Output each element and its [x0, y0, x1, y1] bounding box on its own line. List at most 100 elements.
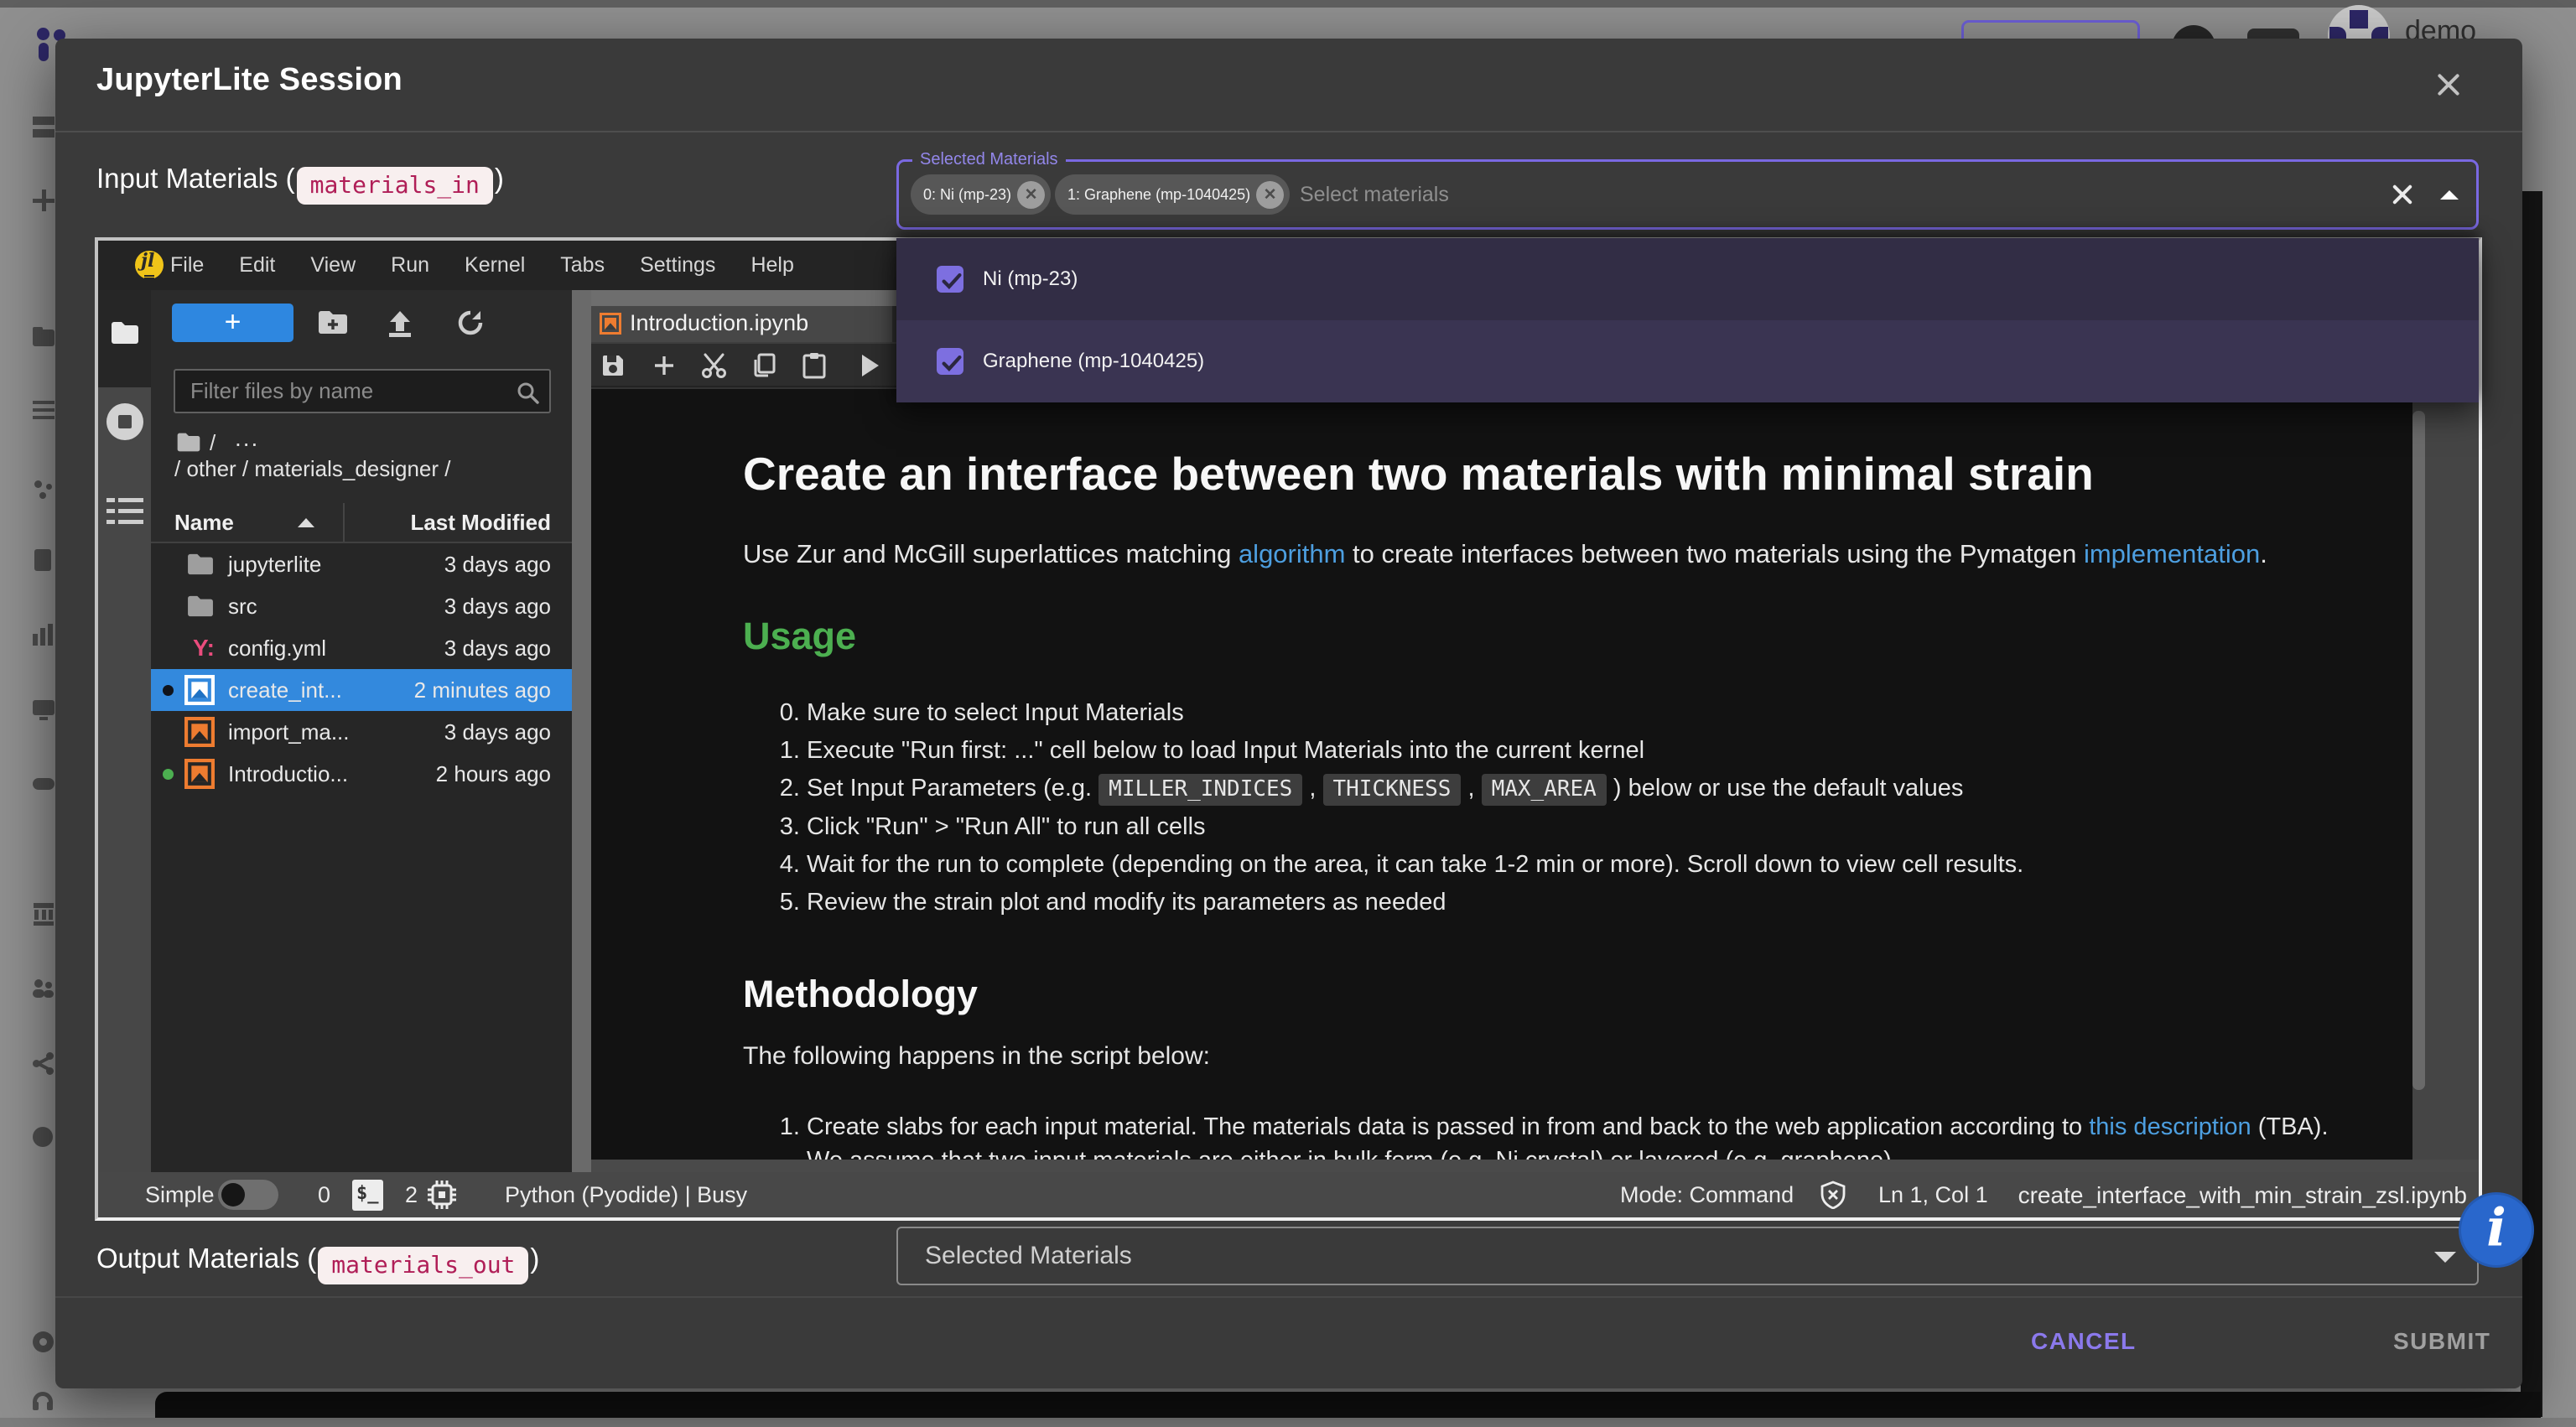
miller-indices-code: MILLER_INDICES: [1098, 774, 1302, 806]
output-materials-select[interactable]: Selected Materials: [896, 1227, 2479, 1285]
breadcrumb-path[interactable]: / other / materials_designer /: [174, 456, 451, 482]
menu-run[interactable]: Run: [373, 241, 447, 290]
kernel-status[interactable]: Python (Pyodide) | Busy: [505, 1182, 747, 1208]
dropdown-option-graphene[interactable]: Graphene (mp-1040425): [896, 320, 2479, 402]
file-row-jupyterlite[interactable]: jupyterlite3 days ago: [151, 543, 572, 585]
activity-tab-filebrowser[interactable]: [98, 290, 151, 387]
run-cell-icon[interactable]: [858, 352, 881, 379]
unsaved-dot-icon: [163, 685, 174, 696]
new-folder-icon[interactable]: [317, 309, 349, 336]
input-materials-label: Input Materials (materials_in): [96, 163, 504, 205]
terminal-icon[interactable]: $_: [352, 1180, 383, 1211]
statusbar-filename: create_interface_with_min_strain_zsl.ipy…: [2018, 1182, 2467, 1209]
cut-cells-icon[interactable]: [700, 352, 729, 379]
home-folder-icon[interactable]: [176, 432, 201, 453]
checkbox-checked-icon[interactable]: [937, 348, 963, 375]
table-of-contents-icon[interactable]: [106, 496, 143, 527]
kernel-running-dot-icon: [163, 769, 174, 780]
output-materials-label: Output Materials (materials_out): [96, 1243, 539, 1284]
yaml-icon: Y:: [193, 627, 215, 669]
sidebar-monitor-icon: [33, 698, 55, 720]
usage-item-4: Wait for the run to complete (depending …: [807, 846, 2412, 884]
bg-workspace-bottom-sliver: [155, 1392, 2541, 1419]
file-name: jupyterlite: [228, 543, 321, 585]
menu-settings[interactable]: Settings: [622, 241, 733, 290]
expand-dropdown-icon: [2434, 1252, 2456, 1263]
breadcrumb-ellipsis[interactable]: ...: [235, 425, 259, 452]
menu-edit[interactable]: Edit: [221, 241, 293, 290]
chip-delete-icon[interactable]: ✕: [1256, 181, 1284, 209]
upload-icon[interactable]: [385, 308, 415, 338]
chip-label: 1: Graphene (mp-1040425): [1067, 186, 1250, 203]
paste-cells-icon[interactable]: [801, 351, 828, 380]
clear-selection-icon[interactable]: [2390, 182, 2415, 207]
folder-icon: [110, 320, 140, 345]
file-row-config[interactable]: Y: config.yml3 days ago: [151, 627, 572, 669]
dialog-close-icon[interactable]: [2435, 71, 2462, 98]
command-mode[interactable]: Mode: Command: [1620, 1182, 1794, 1208]
collapse-dropdown-icon[interactable]: [2440, 190, 2459, 200]
column-name[interactable]: Name: [174, 510, 234, 536]
kernel-icon[interactable]: [426, 1179, 458, 1211]
autocomplete-placeholder[interactable]: Select materials: [1300, 162, 1449, 227]
description-link[interactable]: this description: [2089, 1113, 2251, 1140]
column-modified[interactable]: Last Modified: [410, 510, 551, 536]
menu-file[interactable]: File: [153, 241, 221, 290]
save-icon[interactable]: [600, 353, 626, 378]
submit-button[interactable]: SUBMIT: [2393, 1328, 2490, 1355]
checkbox-checked-icon[interactable]: [937, 266, 963, 293]
filebrowser-header: Name Last Modified: [151, 503, 572, 543]
info-button[interactable]: i: [2459, 1192, 2534, 1268]
notebook-file-icon: [184, 675, 215, 705]
option-label: Graphene (mp-1040425): [983, 320, 1204, 402]
menu-help[interactable]: Help: [733, 241, 811, 290]
notebook-tab[interactable]: Introduction.ipynb: [591, 306, 892, 342]
running-sessions-icon[interactable]: [106, 403, 143, 440]
file-list: jupyterlite3 days ago src3 days ago Y: c…: [151, 543, 572, 1172]
bg-bottom-strip: [0, 1418, 2576, 1427]
sort-ascending-icon[interactable]: [298, 518, 314, 527]
methodology-item-1: Create slabs for each input material. Th…: [807, 1110, 2412, 1160]
notebook-document: Create an interface between two material…: [591, 389, 2412, 1160]
file-row-src[interactable]: src3 days ago: [151, 585, 572, 627]
menu-tabs[interactable]: Tabs: [543, 241, 622, 290]
material-chip[interactable]: 0: Ni (mp-23) ✕: [911, 174, 1051, 215]
sidebar-dashboard-icon: [33, 116, 55, 138]
jupyter-activity-bar: [98, 290, 151, 1172]
simple-mode-toggle[interactable]: [218, 1180, 278, 1210]
sidebar-atoms-icon: [33, 479, 55, 501]
material-chip[interactable]: 1: Graphene (mp-1040425) ✕: [1055, 174, 1290, 215]
plus-icon: +: [225, 306, 242, 338]
new-launcher-button[interactable]: +: [172, 304, 293, 342]
file-row-import-material[interactable]: import_ma...3 days ago: [151, 711, 572, 753]
usage-list: Make sure to select Input Materials Exec…: [743, 694, 2412, 921]
file-modified: 2 minutes ago: [414, 669, 551, 711]
cancel-button[interactable]: CANCEL: [2031, 1328, 2137, 1355]
jupyter-notebook-panel: Introduction.ipynb Create an interface b…: [591, 290, 2479, 1172]
copy-cells-icon[interactable]: [750, 352, 777, 379]
file-row-introduction[interactable]: Introductio...2 hours ago: [151, 753, 572, 795]
sidebar-chart-icon: [33, 624, 55, 646]
algorithm-link[interactable]: algorithm: [1239, 539, 1346, 568]
add-cell-icon[interactable]: [652, 353, 677, 378]
menu-kernel[interactable]: Kernel: [447, 241, 543, 290]
notebook-scrollbar-thumb[interactable]: [2412, 411, 2425, 1090]
panel-splitter[interactable]: [572, 290, 591, 1172]
file-row-create-interface[interactable]: create_int...2 minutes ago: [151, 669, 572, 711]
notebook-bottom-gutter: [591, 1160, 2479, 1172]
refresh-icon[interactable]: [455, 308, 486, 338]
notebook-intro-paragraph: Use Zur and McGill superlattices matchin…: [743, 539, 2267, 569]
dropdown-option-ni[interactable]: Ni (mp-23): [896, 238, 2479, 320]
cursor-position[interactable]: Ln 1, Col 1: [1878, 1182, 1988, 1208]
chip-delete-icon[interactable]: ✕: [1017, 181, 1045, 209]
column-divider[interactable]: [343, 503, 345, 543]
filter-files-input[interactable]: Filter files by name: [174, 369, 551, 413]
folder-icon: [186, 553, 215, 576]
usage-item-2: Set Input Parameters (e.g. MILLER_INDICE…: [807, 770, 2412, 808]
thickness-code: THICKNESS: [1323, 774, 1462, 806]
trust-shield-icon[interactable]: [1819, 1181, 1847, 1209]
methodology-intro: The following happens in the script belo…: [743, 1042, 1210, 1071]
menu-view[interactable]: View: [293, 241, 373, 290]
implementation-link[interactable]: implementation: [2084, 539, 2260, 568]
selected-materials-input[interactable]: 0: Ni (mp-23) ✕ 1: Graphene (mp-1040425)…: [896, 159, 2479, 230]
